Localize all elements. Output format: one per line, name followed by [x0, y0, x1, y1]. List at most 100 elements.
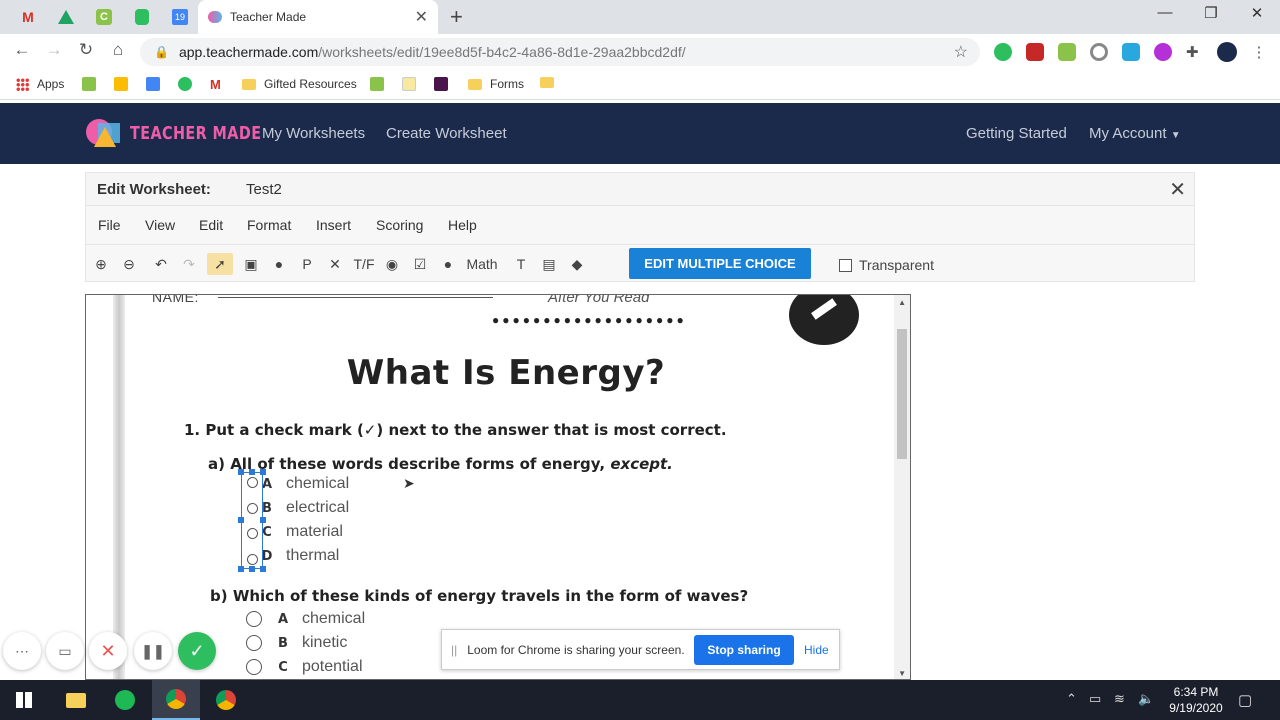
forward-arrow-icon[interactable]: →	[42, 40, 66, 60]
bookmark-drive[interactable]	[114, 77, 136, 91]
transparent-toggle[interactable]: Transparent	[839, 257, 934, 273]
dropdown-tool-icon[interactable]: ●	[269, 253, 289, 275]
window-close-button[interactable]: ✕	[1234, 4, 1280, 22]
stop-sharing-button[interactable]: Stop sharing	[694, 635, 794, 665]
loom-camera-icon[interactable]: ▭	[46, 632, 84, 670]
undo-icon[interactable]: ↶	[151, 253, 171, 275]
bookmark-folder[interactable]	[540, 77, 562, 88]
chrome-menu-icon[interactable]: ⋮	[1250, 43, 1268, 61]
reload-icon[interactable]: ↻	[74, 40, 98, 60]
tf-tool[interactable]: T/F	[351, 253, 377, 275]
bookmark-notes[interactable]	[402, 77, 424, 91]
green-extension-icon[interactable]	[1058, 43, 1076, 61]
tray-chevron-icon[interactable]: ⌃	[1066, 691, 1077, 707]
resize-handle[interactable]	[238, 469, 244, 475]
extensions-puzzle-icon[interactable]: ✚	[1186, 43, 1204, 61]
mc-radio-a[interactable]	[247, 477, 258, 488]
loom-pause-icon[interactable]: ❚❚	[134, 632, 172, 670]
scroll-up-icon[interactable]: ▲	[898, 298, 906, 307]
multiple-choice-icon[interactable]: ◉	[382, 253, 402, 275]
chrome-taskbar-icon-2[interactable]	[202, 680, 250, 720]
loom-extension-icon[interactable]	[1090, 43, 1108, 61]
math-tool[interactable]: Math	[464, 253, 500, 275]
red-extension-icon[interactable]	[1026, 43, 1044, 61]
resize-handle[interactable]	[260, 566, 266, 572]
loom-more-icon[interactable]: ⋯	[3, 632, 41, 670]
worksheet-canvas[interactable]: NAME: After You Read ●●●●●●●●●●●●●●●●●●●…	[85, 294, 911, 680]
bookmark-contacts[interactable]	[82, 77, 104, 91]
address-bar[interactable]: 🔒 app.teachermade.com/worksheets/edit/19…	[140, 38, 980, 66]
nav-my-account[interactable]: My Account ▼	[1089, 125, 1181, 142]
text-tool-icon[interactable]: T	[511, 253, 531, 275]
close-editor-icon[interactable]: ✕	[1169, 177, 1186, 202]
mc-radio-b[interactable]	[247, 503, 258, 514]
edit-multiple-choice-button[interactable]: EDIT MULTIPLE CHOICE	[629, 248, 811, 279]
file-explorer-icon[interactable]	[52, 680, 100, 720]
windows-start-icon[interactable]	[0, 680, 48, 720]
menu-format[interactable]: Format	[247, 217, 291, 233]
spotify-icon[interactable]	[101, 680, 149, 720]
image-tool-icon[interactable]: ▤	[539, 253, 559, 275]
zoom-in-icon[interactable]: ⊕	[91, 253, 111, 275]
worksheet-name[interactable]: Test2	[246, 181, 282, 198]
loom-finish-icon[interactable]: ✓	[178, 632, 216, 670]
resize-handle[interactable]	[249, 469, 255, 475]
home-icon[interactable]: ⌂	[106, 40, 130, 60]
menu-file[interactable]: File	[98, 217, 121, 233]
resize-handle[interactable]	[260, 517, 266, 523]
scroll-thumb[interactable]	[897, 329, 907, 459]
resize-handle[interactable]	[260, 469, 266, 475]
purple-extension-icon[interactable]	[1154, 43, 1172, 61]
eraser-icon[interactable]: ◆	[567, 253, 587, 275]
menu-help[interactable]: Help	[448, 217, 477, 233]
drag-grip-icon[interactable]: ||	[451, 643, 457, 657]
bookmark-evernote[interactable]	[178, 77, 200, 91]
bookmark-forms[interactable]: Forms	[468, 77, 524, 91]
drive-tab[interactable]	[54, 6, 78, 28]
evernote-tab[interactable]	[130, 6, 154, 28]
bookmark-gmail[interactable]: M	[210, 77, 221, 92]
gmail-tab[interactable]: M	[16, 6, 40, 28]
match-tool-icon[interactable]: ✕	[325, 253, 345, 275]
redo-icon[interactable]: ↷	[179, 253, 199, 275]
profile-avatar[interactable]	[1217, 42, 1237, 62]
resize-handle[interactable]	[238, 517, 244, 523]
menu-scoring[interactable]: Scoring	[376, 217, 423, 233]
new-tab-button[interactable]: +	[450, 4, 463, 30]
nav-create-worksheet[interactable]: Create Worksheet	[386, 125, 507, 142]
tab-close-icon[interactable]: ✕	[415, 7, 428, 27]
hide-link[interactable]: Hide	[804, 643, 829, 657]
blue-extension-icon[interactable]	[1122, 43, 1140, 61]
checkbox-tool-icon[interactable]: ☑	[410, 253, 430, 275]
bookmark-slack[interactable]	[434, 77, 456, 91]
wifi-icon[interactable]: ≋	[1114, 691, 1125, 707]
taskbar-clock[interactable]: 6:34 PM 9/19/2020	[1160, 684, 1232, 716]
back-arrow-icon[interactable]: ←	[10, 40, 34, 60]
bookmark-apps[interactable]: Apps	[16, 77, 64, 91]
calendar-tab[interactable]: 19	[168, 6, 192, 28]
menu-view[interactable]: View	[145, 217, 175, 233]
resize-handle[interactable]	[238, 566, 244, 572]
select-arrow-icon[interactable]: ➚	[207, 253, 233, 275]
chrome-taskbar-icon[interactable]	[152, 680, 200, 720]
canvas-scrollbar[interactable]: ▲ ▼	[894, 295, 910, 679]
loom-cancel-icon[interactable]: ✕	[89, 632, 127, 670]
menu-insert[interactable]: Insert	[316, 217, 351, 233]
text-box-icon[interactable]: ▣	[241, 253, 261, 275]
notifications-icon[interactable]: ▢	[1238, 691, 1252, 709]
bookmark-docs[interactable]	[146, 77, 168, 91]
zoom-out-icon[interactable]: ⊖	[119, 253, 139, 275]
menu-edit[interactable]: Edit	[199, 217, 223, 233]
nav-my-worksheets[interactable]: My Worksheets	[262, 125, 365, 142]
classroom-tab[interactable]: C	[92, 6, 116, 28]
restore-button[interactable]: ❐	[1188, 4, 1234, 22]
bookmark-star-icon[interactable]: ☆	[954, 42, 968, 62]
transparent-checkbox[interactable]	[839, 258, 852, 272]
mc-radio-c[interactable]	[247, 528, 258, 539]
resize-handle[interactable]	[249, 566, 255, 572]
bookmark-classroom[interactable]	[370, 77, 392, 91]
mc-radio-d[interactable]	[247, 554, 258, 565]
minimize-button[interactable]: —	[1142, 4, 1188, 21]
p-tool[interactable]: P	[297, 253, 317, 275]
audio-tool-icon[interactable]: ●	[438, 253, 458, 275]
